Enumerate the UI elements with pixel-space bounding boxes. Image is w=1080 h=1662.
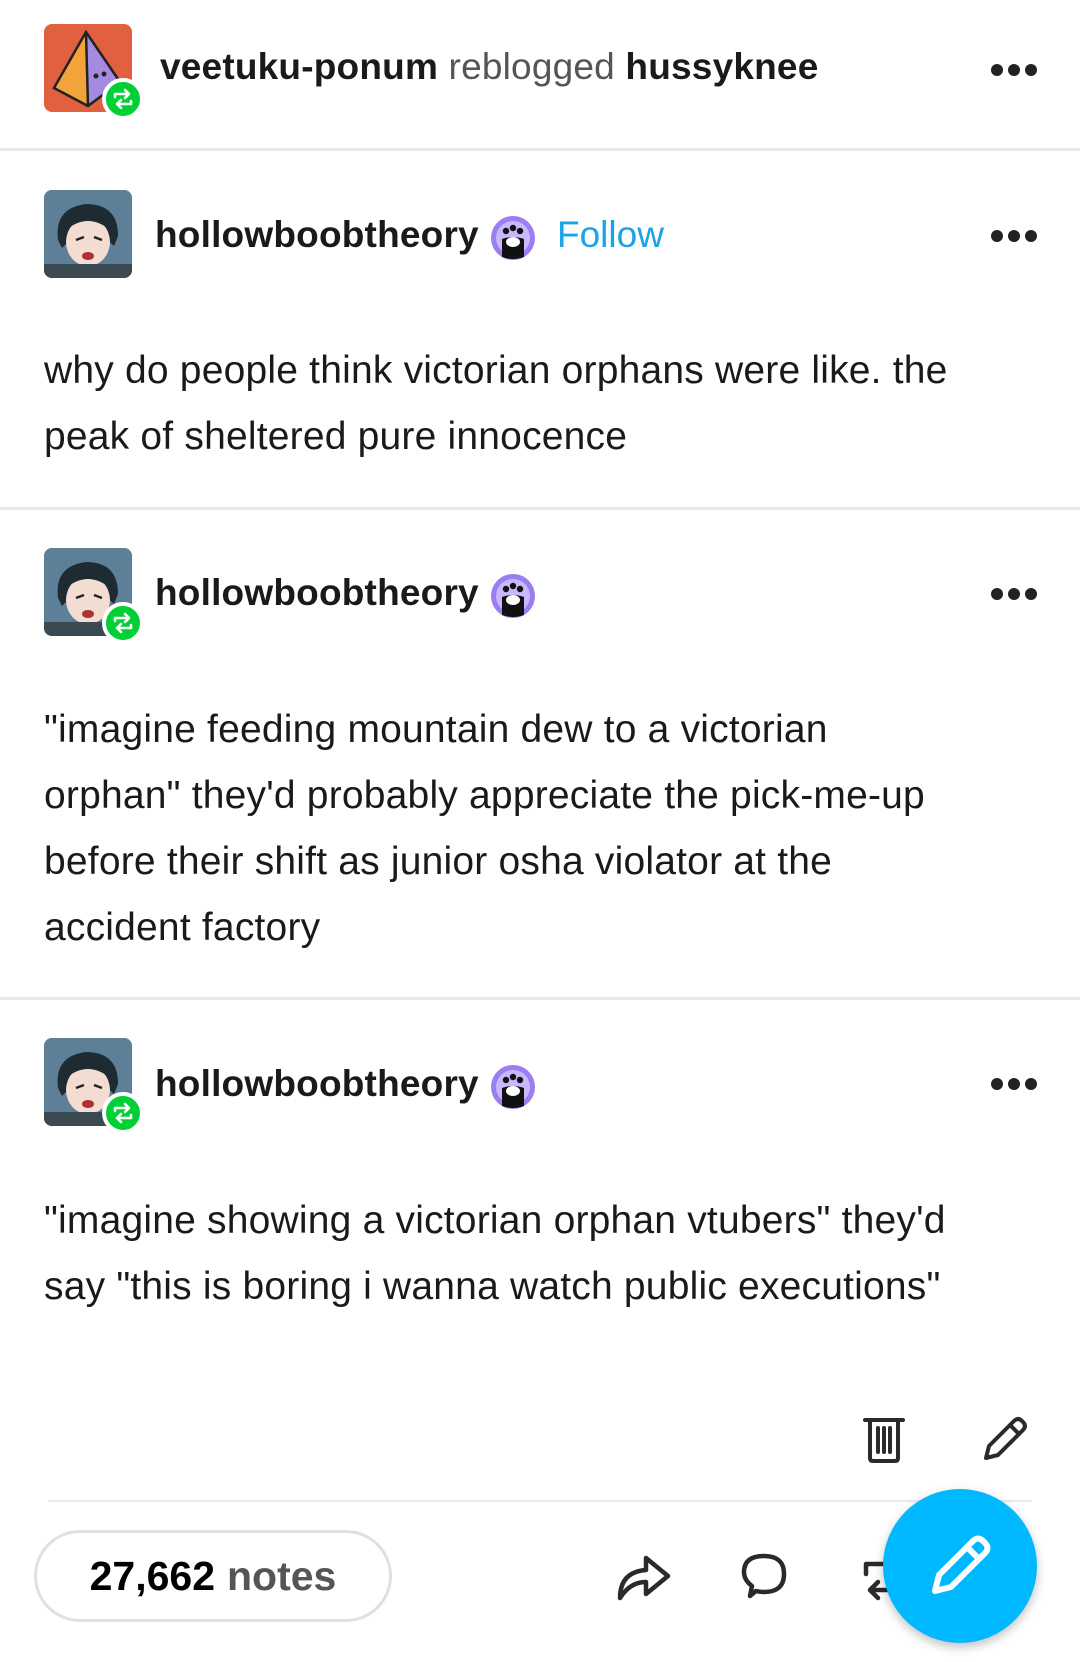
reblog-badge-icon bbox=[102, 78, 144, 120]
more-horizontal-icon[interactable] bbox=[990, 62, 1038, 78]
reblogger-name[interactable]: veetuku-ponum bbox=[160, 46, 438, 87]
follow-button[interactable]: Follow bbox=[557, 214, 664, 256]
notes-count-button[interactable]: 27,662 notes bbox=[34, 1530, 392, 1622]
post-author-name[interactable]: hollowboobtheory bbox=[155, 572, 479, 614]
edit-icon[interactable] bbox=[980, 1414, 1030, 1464]
compose-icon bbox=[932, 1535, 991, 1594]
divider bbox=[0, 148, 1080, 151]
more-horizontal-icon[interactable] bbox=[990, 1076, 1038, 1092]
divider bbox=[0, 997, 1080, 1000]
paw-badge-icon bbox=[491, 1065, 535, 1109]
more-horizontal-icon[interactable] bbox=[990, 586, 1038, 602]
post-body: why do people think victorian orphans we… bbox=[44, 349, 948, 458]
notes-count: 27,662 bbox=[89, 1552, 216, 1599]
more-horizontal-icon[interactable] bbox=[990, 228, 1038, 244]
post-body: "imagine feeding mountain dew to a victo… bbox=[44, 708, 925, 949]
reblog-badge-icon bbox=[102, 1092, 144, 1134]
author-avatar[interactable] bbox=[44, 190, 132, 278]
divider bbox=[48, 1500, 1032, 1502]
post-author-name[interactable]: hollowboobtheory bbox=[155, 1063, 479, 1105]
delete-icon[interactable] bbox=[862, 1414, 906, 1464]
compose-button[interactable] bbox=[883, 1489, 1037, 1643]
paw-badge-icon bbox=[491, 574, 535, 618]
post-body: "imagine showing a victorian orphan vtub… bbox=[44, 1199, 946, 1308]
divider bbox=[0, 507, 1080, 510]
post-author-name[interactable]: hollowboobtheory bbox=[155, 214, 479, 256]
reblog-header: veetuku-ponum reblogged hussyknee bbox=[160, 46, 819, 88]
share-icon[interactable] bbox=[616, 1550, 672, 1602]
reblogged-label: reblogged bbox=[448, 46, 615, 87]
paw-badge-icon bbox=[491, 216, 535, 260]
reply-icon[interactable] bbox=[738, 1550, 790, 1602]
source-blog-name[interactable]: hussyknee bbox=[625, 46, 818, 87]
reblog-badge-icon bbox=[102, 602, 144, 644]
notes-label: notes bbox=[227, 1552, 337, 1599]
